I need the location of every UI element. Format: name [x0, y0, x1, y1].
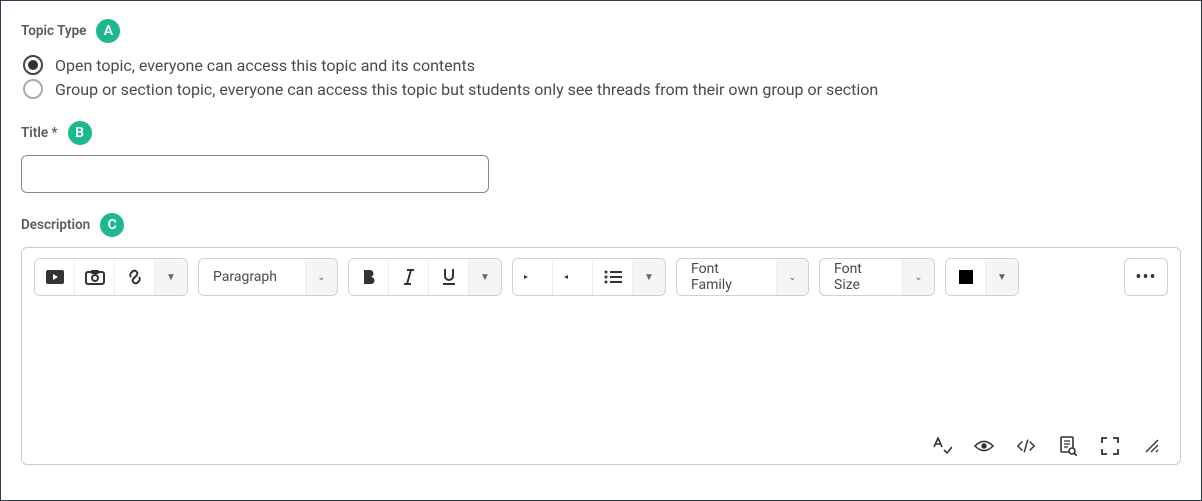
color-dropdown[interactable]: ▼: [986, 259, 1018, 295]
play-video-icon: [46, 270, 64, 284]
insert-image-button[interactable]: [75, 259, 115, 295]
title-section: Title * B: [21, 121, 1181, 193]
insert-media-button[interactable]: [35, 259, 75, 295]
form-container: Topic Type A Open topic, everyone can ac…: [0, 0, 1202, 501]
insert-group: ▼: [34, 258, 188, 296]
outdent-button[interactable]: [553, 259, 593, 295]
text-style-dropdown[interactable]: ▼: [469, 259, 501, 295]
font-family-select[interactable]: Font Family ⌄: [676, 258, 809, 296]
description-header: Description C: [21, 213, 1181, 237]
color-group: ▼: [945, 258, 1019, 296]
resize-handle[interactable]: [1142, 436, 1162, 456]
description-label: Description: [21, 217, 90, 233]
camera-icon: [85, 269, 105, 285]
topic-type-header: Topic Type A: [21, 19, 1181, 43]
insert-link-button[interactable]: [115, 259, 155, 295]
caret-down-icon: ▼: [997, 272, 1007, 283]
caret-down-icon: ▼: [644, 272, 654, 283]
editor-footer: [22, 428, 1180, 464]
radio-label: Open topic, everyone can access this top…: [55, 56, 475, 75]
bullet-list-icon: [604, 270, 622, 284]
paragraph-select[interactable]: Paragraph ⌄: [198, 258, 338, 296]
radio-open-topic[interactable]: Open topic, everyone can access this top…: [23, 55, 1181, 75]
list-dropdown[interactable]: ▼: [633, 259, 665, 295]
underline-icon: [442, 268, 456, 286]
italic-icon: [403, 269, 415, 285]
fullscreen-button[interactable]: [1100, 436, 1120, 456]
expand-icon: [1101, 437, 1119, 455]
bullet-list-button[interactable]: [593, 259, 633, 295]
indent-button[interactable]: [513, 259, 553, 295]
caret-down-icon: ⌄: [305, 259, 337, 295]
page-search-icon: [1059, 436, 1077, 456]
text-style-group: ▼: [348, 258, 502, 296]
topic-type-radio-group: Open topic, everyone can access this top…: [21, 55, 1181, 99]
text-color-button[interactable]: [946, 259, 986, 295]
italic-button[interactable]: [389, 259, 429, 295]
paragraph-value: Paragraph: [199, 269, 305, 285]
radio-label: Group or section topic, everyone can acc…: [55, 80, 878, 99]
code-icon: [1016, 439, 1036, 453]
badge-b: B: [68, 121, 92, 145]
editor-toolbar: ▼ Paragraph ⌄: [22, 248, 1180, 306]
more-icon: •••: [1135, 267, 1156, 288]
title-label: Title *: [21, 125, 58, 141]
radio-group-topic[interactable]: Group or section topic, everyone can acc…: [23, 79, 1181, 99]
font-family-value: Font Family: [677, 261, 776, 293]
outdent-icon: [564, 270, 582, 284]
spellcheck-button[interactable]: [932, 436, 952, 456]
topic-type-label: Topic Type: [21, 23, 86, 39]
more-button[interactable]: •••: [1124, 258, 1168, 296]
spellcheck-icon: [932, 437, 952, 455]
indent-icon: [524, 270, 542, 284]
source-button[interactable]: [1016, 436, 1036, 456]
editor-body[interactable]: [22, 306, 1180, 428]
caret-down-icon: ▼: [166, 272, 176, 283]
insert-dropdown[interactable]: ▼: [155, 259, 187, 295]
title-input[interactable]: [21, 155, 489, 193]
caret-down-icon: ⌄: [776, 259, 808, 295]
badge-c: C: [100, 213, 124, 237]
search-page-button[interactable]: [1058, 436, 1078, 456]
link-icon: [126, 268, 144, 286]
editor-box: ▼ Paragraph ⌄: [21, 247, 1181, 465]
topic-type-section: Topic Type A Open topic, everyone can ac…: [21, 19, 1181, 99]
description-section: Description C ▼: [21, 213, 1181, 465]
font-size-select[interactable]: Font Size ⌄: [819, 258, 935, 296]
radio-selected-dot: [28, 60, 38, 70]
resize-icon: [1144, 438, 1160, 454]
bold-icon: [362, 269, 376, 285]
caret-down-icon: ▼: [480, 272, 490, 283]
font-size-value: Font Size: [820, 261, 902, 293]
eye-icon: [974, 439, 994, 453]
radio-circle-icon: [23, 79, 43, 99]
list-group: ▼: [512, 258, 666, 296]
preview-button[interactable]: [974, 436, 994, 456]
bold-button[interactable]: [349, 259, 389, 295]
underline-button[interactable]: [429, 259, 469, 295]
caret-down-icon: ⌄: [902, 259, 934, 295]
title-header: Title * B: [21, 121, 1181, 145]
radio-circle-icon: [23, 55, 43, 75]
color-swatch-icon: [959, 270, 973, 284]
badge-a: A: [96, 19, 120, 43]
